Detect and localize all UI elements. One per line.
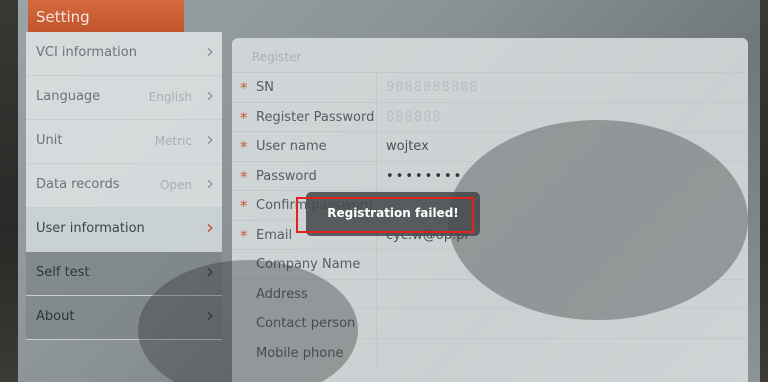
sidebar-item-label: VCI information bbox=[36, 45, 137, 60]
required-asterisk-icon: * bbox=[240, 79, 248, 97]
sn-field[interactable]: 9888888888 bbox=[386, 80, 479, 95]
field-label: Password bbox=[256, 168, 317, 184]
sidebar-item-label: Language bbox=[36, 89, 101, 104]
sidebar-item-vci-information[interactable]: VCI information › bbox=[26, 32, 222, 76]
form-row-sn[interactable]: * SN 9888888888 bbox=[232, 72, 748, 102]
row-divider bbox=[376, 73, 377, 102]
sidebar-item-language[interactable]: Language English › bbox=[26, 76, 222, 120]
required-asterisk-icon: * bbox=[240, 226, 248, 245]
sidebar-item-label: About bbox=[36, 309, 75, 324]
user-name-field[interactable]: wojtex bbox=[386, 139, 429, 154]
page-title: Setting bbox=[28, 0, 184, 32]
field-label: Email bbox=[256, 227, 293, 243]
sidebar-item-value: Metric bbox=[154, 134, 192, 148]
register-password-field[interactable]: 888888 bbox=[386, 110, 442, 125]
field-label: User name bbox=[256, 139, 327, 154]
chevron-right-icon: › bbox=[206, 83, 214, 107]
required-asterisk-icon: * bbox=[240, 138, 248, 156]
sidebar-item-label: Data records bbox=[36, 177, 120, 192]
chevron-right-icon: › bbox=[206, 39, 214, 63]
password-field[interactable]: •••••••• bbox=[386, 169, 463, 184]
row-divider bbox=[376, 279, 377, 308]
field-label: Register Password bbox=[256, 109, 375, 125]
chevron-right-icon: › bbox=[206, 127, 214, 151]
tablet-screen: Setting VCI information › Language Engli… bbox=[18, 0, 760, 382]
sidebar-item-data-records[interactable]: Data records Open › bbox=[26, 164, 222, 208]
form-header: Register bbox=[252, 50, 302, 64]
sidebar-item-value: English bbox=[148, 90, 192, 104]
photo-shadow bbox=[448, 120, 748, 320]
sidebar-item-user-information[interactable]: User information › bbox=[26, 208, 222, 252]
required-asterisk-icon: * bbox=[240, 108, 248, 127]
sidebar-item-unit[interactable]: Unit Metric › bbox=[26, 120, 222, 164]
row-divider bbox=[376, 132, 377, 161]
sidebar-item-label: User information bbox=[36, 221, 145, 236]
form-row-register-password[interactable]: * Register Password 888888 bbox=[232, 101, 748, 131]
sidebar-item-label: Self test bbox=[36, 265, 90, 280]
sidebar-item-value: Open bbox=[159, 178, 192, 192]
required-asterisk-icon: * bbox=[240, 167, 248, 186]
required-asterisk-icon: * bbox=[240, 197, 248, 215]
row-divider bbox=[376, 309, 377, 338]
row-divider bbox=[376, 250, 377, 279]
row-divider bbox=[376, 338, 377, 367]
field-label: SN bbox=[256, 80, 274, 95]
row-divider bbox=[376, 161, 377, 190]
sidebar-item-label: Unit bbox=[36, 133, 63, 148]
row-divider bbox=[376, 102, 377, 131]
chevron-right-icon: › bbox=[206, 171, 214, 195]
chevron-right-icon: › bbox=[206, 215, 214, 239]
error-highlight-box bbox=[296, 197, 474, 233]
